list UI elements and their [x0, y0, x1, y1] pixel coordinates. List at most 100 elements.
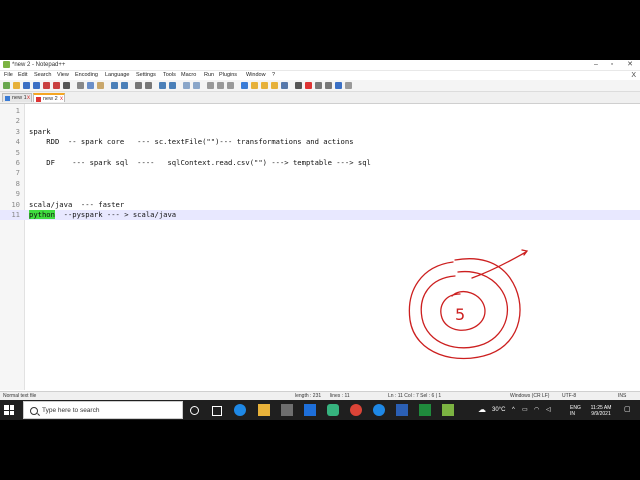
language-indicator[interactable]: ENG IN: [570, 405, 581, 417]
minimize-button[interactable]: –: [588, 60, 604, 70]
editor-line[interactable]: 5: [0, 148, 640, 158]
menu-close-button[interactable]: X: [631, 71, 636, 80]
menu-window[interactable]: Window: [246, 71, 266, 80]
menu-help[interactable]: ?: [272, 71, 275, 80]
tab-new-1[interactable]: new 1 x: [2, 93, 32, 102]
doc-map-icon[interactable]: [251, 82, 258, 89]
menu-edit[interactable]: Edit: [18, 71, 27, 80]
zoom-icon[interactable]: [396, 404, 408, 416]
print-icon[interactable]: [63, 82, 70, 89]
line-text[interactable]: RDD -- spark core --- sc.textFile("")---…: [29, 137, 353, 147]
redo-icon[interactable]: [121, 82, 128, 89]
editor-line[interactable]: 8: [0, 179, 640, 189]
tab-new-2[interactable]: new 2 x: [33, 93, 65, 102]
editor-line[interactable]: 9: [0, 189, 640, 199]
editor-line[interactable]: 6 DF --- spark sql ---- sqlContext.read.…: [0, 158, 640, 168]
line-text-rest: --pyspark --- > scala/java: [54, 210, 177, 219]
menu-settings[interactable]: Settings: [136, 71, 156, 80]
network-icon[interactable]: ▭: [522, 400, 528, 420]
open-file-icon[interactable]: [13, 82, 20, 89]
menu-search[interactable]: Search: [34, 71, 51, 80]
line-text[interactable]: python --pyspark --- > scala/java: [29, 210, 176, 220]
menu-plugins[interactable]: Plugins: [219, 71, 237, 80]
udl-icon[interactable]: [241, 82, 248, 89]
file-explorer-icon[interactable]: [258, 404, 270, 416]
line-text[interactable]: spark: [29, 127, 51, 137]
tab-close-icon[interactable]: x: [60, 95, 63, 103]
mail-icon[interactable]: [304, 404, 316, 416]
editor-line[interactable]: 11 python --pyspark --- > scala/java: [0, 210, 640, 221]
copy-icon[interactable]: [87, 82, 94, 89]
line-number: 6: [15, 158, 20, 167]
menu-encoding[interactable]: Encoding: [75, 71, 98, 80]
stop-macro-icon[interactable]: [305, 82, 312, 89]
indent-guide-icon[interactable]: [227, 82, 234, 89]
volume-icon[interactable]: ◁: [546, 400, 551, 420]
line-text[interactable]: DF --- spark sql ---- sqlContext.read.cs…: [29, 158, 371, 168]
function-list-icon[interactable]: [261, 82, 268, 89]
store-icon[interactable]: [281, 404, 293, 416]
play-macro-icon[interactable]: [315, 82, 322, 89]
sync-v-icon[interactable]: [183, 82, 190, 89]
clock-date: 9/9/2021: [591, 411, 611, 417]
windows-start-icon[interactable]: [4, 405, 14, 415]
menu-macro[interactable]: Macro: [181, 71, 196, 80]
tray-chevron-icon[interactable]: ^: [512, 400, 515, 420]
cortana-icon[interactable]: [190, 405, 199, 415]
line-text[interactable]: scala/java --- faster: [29, 200, 124, 210]
find-icon[interactable]: [135, 82, 142, 89]
record-macro-icon[interactable]: [295, 82, 302, 89]
excel-icon[interactable]: [419, 404, 431, 416]
editor-line[interactable]: 10 scala/java --- faster: [0, 200, 640, 210]
zoom-in-icon[interactable]: [159, 82, 166, 89]
replace-icon[interactable]: [145, 82, 152, 89]
monitoring-icon[interactable]: [281, 82, 288, 89]
menu-run[interactable]: Run: [204, 71, 214, 80]
task-view-icon[interactable]: [212, 406, 222, 416]
menu-file[interactable]: File: [4, 71, 13, 80]
zoom-out-icon[interactable]: [169, 82, 176, 89]
tab-close-icon[interactable]: x: [27, 94, 30, 102]
line-number: 3: [15, 126, 20, 136]
menu-tools[interactable]: Tools: [163, 71, 176, 80]
folder-workspace-icon[interactable]: [271, 82, 278, 89]
run-macro-multiple-icon[interactable]: [325, 82, 332, 89]
notepadpp-taskbar-icon[interactable]: [442, 404, 454, 416]
cut-icon[interactable]: [77, 82, 84, 89]
chrome-icon[interactable]: [350, 404, 362, 416]
wifi-icon[interactable]: ◠: [534, 400, 539, 420]
editor-line[interactable]: 2: [0, 116, 640, 126]
show-all-chars-icon[interactable]: [217, 82, 224, 89]
notifications-icon[interactable]: ▢: [624, 400, 631, 420]
sync-h-icon[interactable]: [193, 82, 200, 89]
editor-line[interactable]: 7: [0, 168, 640, 178]
app-icon[interactable]: [327, 404, 339, 416]
save-all-icon[interactable]: [33, 82, 40, 89]
tab-bar: new 1 x new 2 x: [0, 92, 640, 104]
save-icon[interactable]: [23, 82, 30, 89]
taskbar-search-box[interactable]: Type here to search: [23, 401, 183, 419]
editor-line[interactable]: 1: [0, 106, 640, 116]
clock[interactable]: 11:25 AM 9/9/2021: [588, 405, 614, 417]
paste-icon[interactable]: [97, 82, 104, 89]
undo-icon[interactable]: [111, 82, 118, 89]
editor-area[interactable]: 1 2 3 spark 4 RDD -- spark core --- sc.textF…: [0, 104, 640, 390]
edge-icon[interactable]: [234, 404, 246, 416]
close-file-icon[interactable]: [43, 82, 50, 89]
close-all-icon[interactable]: [53, 82, 60, 89]
close-button[interactable]: ✕: [622, 60, 638, 70]
tab-label: new 2: [43, 96, 58, 102]
editor-line[interactable]: 4 RDD -- spark core --- sc.textFile("")-…: [0, 137, 640, 147]
menu-language[interactable]: Language: [105, 71, 129, 80]
selected-text[interactable]: python: [29, 210, 55, 219]
editor-line[interactable]: 3 spark: [0, 127, 640, 137]
word-wrap-icon[interactable]: [207, 82, 214, 89]
menu-view[interactable]: View: [57, 71, 69, 80]
weather-temp[interactable]: 30°C: [492, 400, 505, 420]
new-file-icon[interactable]: [3, 82, 10, 89]
save-macro-icon[interactable]: [335, 82, 342, 89]
weather-icon[interactable]: ☁: [478, 400, 486, 420]
maximize-button[interactable]: ▫: [604, 60, 620, 70]
spell-check-icon[interactable]: [345, 82, 352, 89]
edge-beta-icon[interactable]: [373, 404, 385, 416]
